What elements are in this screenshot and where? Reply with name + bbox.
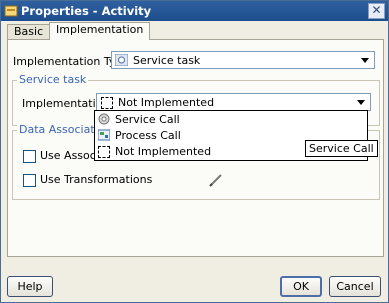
- implementation-type-value: Service task: [133, 54, 201, 67]
- ok-button[interactable]: OK: [280, 276, 322, 297]
- option-service-call[interactable]: Service Call: [95, 112, 367, 127]
- pencil-icon[interactable]: [209, 173, 223, 187]
- implementation-select[interactable]: Not Implemented: [96, 93, 371, 111]
- use-associations-checkbox[interactable]: [23, 150, 36, 163]
- not-implemented-icon: [101, 97, 113, 109]
- use-transformations-checkbox[interactable]: [23, 174, 36, 187]
- gear-icon: [115, 54, 128, 66]
- gear-icon: [98, 113, 110, 125]
- service-task-group-label: Service task: [17, 73, 89, 86]
- use-transformations-label: Use Transformations: [40, 173, 153, 186]
- chevron-down-icon: [357, 100, 365, 105]
- implementation-type-select[interactable]: Service task: [111, 51, 375, 69]
- help-button[interactable]: Help: [7, 276, 53, 297]
- properties-dialog: Properties - Activity ✕ Basic Implementa…: [0, 0, 389, 303]
- tab-implementation[interactable]: Implementation: [49, 22, 151, 40]
- option-not-implemented-label: Not Implemented: [115, 145, 212, 158]
- implementation-value: Not Implemented: [118, 96, 215, 109]
- process-icon: [98, 129, 110, 141]
- tab-basic[interactable]: Basic: [7, 24, 51, 40]
- option-service-call-label: Service Call: [115, 113, 180, 126]
- option-process-call-label: Process Call: [115, 129, 181, 142]
- cancel-button[interactable]: Cancel: [329, 276, 381, 297]
- window-title: Properties - Activity: [21, 4, 152, 18]
- title-bar: Properties - Activity ✕: [1, 1, 388, 21]
- tab-implementation-label: Implementation: [56, 23, 144, 36]
- tab-basic-label: Basic: [14, 25, 44, 38]
- app-icon: [4, 5, 18, 17]
- close-icon: ✕: [371, 3, 382, 17]
- tooltip: Service Call: [305, 140, 378, 157]
- chevron-down-icon: [361, 58, 369, 63]
- close-button[interactable]: ✕: [368, 3, 385, 19]
- not-implemented-icon: [98, 146, 110, 158]
